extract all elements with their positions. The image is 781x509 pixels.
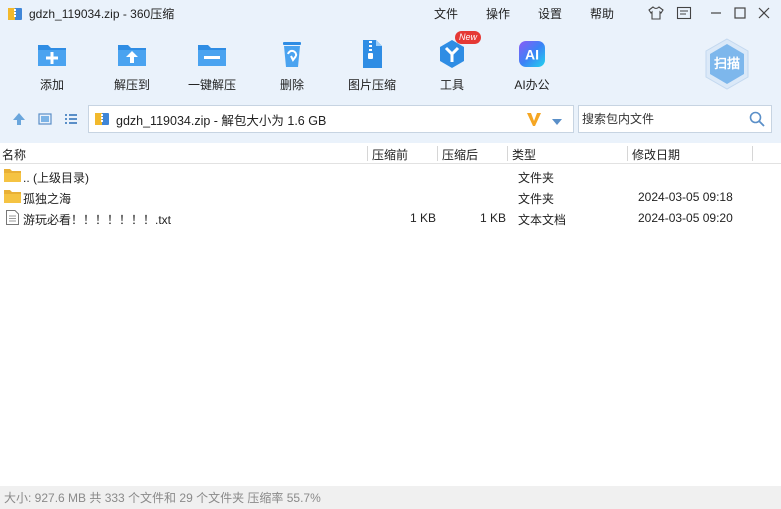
zip-file-icon [94, 111, 110, 127]
minimize-icon[interactable] [707, 4, 725, 22]
file-type: 文本文档 [518, 213, 567, 227]
folder-icon [4, 189, 21, 203]
tools-button[interactable]: New 工具 [412, 30, 492, 98]
file-modified: 2024-03-05 09:20 [638, 211, 733, 225]
maximize-icon[interactable] [731, 4, 749, 22]
column-name[interactable]: 名称 [2, 146, 26, 163]
extract-to-button[interactable]: 解压到 [92, 30, 172, 98]
add-label: 添加 [39, 78, 64, 92]
address-bar[interactable]: gdzh_119034.zip - 解包大小为 1.6 GB [88, 105, 574, 133]
v-logo-icon[interactable] [525, 111, 543, 130]
address-row: gdzh_119034.zip - 解包大小为 1.6 GB [0, 104, 781, 134]
status-bar: 大小: 927.6 MB 共 333 个文件和 29 个文件夹 压缩率 55.7… [0, 486, 781, 509]
column-divider[interactable] [367, 146, 368, 161]
one-click-extract-icon [195, 37, 229, 71]
column-compressed[interactable]: 压缩前 [372, 146, 408, 163]
delete-button[interactable]: 删除 [252, 30, 332, 98]
file-name: 游玩必看！！！！！！！.txt [23, 213, 172, 227]
file-list: 名称 压缩前 压缩后 类型 修改日期 .. (上级目录) 文件夹 孤独之海 文件… [0, 143, 781, 486]
search-box [578, 105, 772, 133]
ai-icon-text: AI [525, 47, 539, 63]
address-path: gdzh_119034.zip - 解包大小为 1.6 GB [116, 113, 327, 128]
column-after[interactable]: 压缩后 [442, 146, 478, 163]
scan-label: 扫描 [714, 56, 740, 71]
file-size-after: 1 KB [479, 211, 506, 225]
file-type: 文件夹 [518, 171, 555, 185]
column-divider[interactable] [507, 146, 508, 161]
image-compress-label: 图片压缩 [347, 78, 396, 92]
new-badge: New [455, 31, 482, 44]
toolbar: 添加 解压到 一键解压 删除 图片压缩 New 工具 AI AI办公 [0, 30, 781, 98]
tools-label: 工具 [439, 78, 464, 92]
menu-help[interactable]: 帮助 [590, 5, 614, 22]
archive-app-icon [7, 6, 23, 22]
image-compress-button[interactable]: 图片压缩 [332, 30, 412, 98]
file-name: .. (上级目录) [23, 171, 89, 185]
menu-operate[interactable]: 操作 [486, 5, 510, 22]
tools-icon: New [435, 31, 482, 71]
add-icon [35, 37, 69, 71]
scan-button[interactable]: 扫描 [703, 37, 751, 91]
image-compress-icon [355, 37, 389, 71]
column-divider[interactable] [437, 146, 438, 161]
search-icon[interactable] [749, 111, 765, 130]
close-icon[interactable] [755, 4, 773, 22]
file-name: 孤独之海 [23, 192, 72, 206]
delete-icon [275, 37, 309, 71]
file-size-before: 1 KB [409, 211, 436, 225]
up-arrow-icon[interactable] [12, 112, 26, 126]
ai-office-icon: AI [515, 37, 549, 71]
folder-icon [4, 168, 21, 182]
thumbnail-view-icon[interactable] [38, 112, 52, 126]
add-button[interactable]: 添加 [12, 30, 92, 98]
one-click-extract-button[interactable]: 一键解压 [172, 30, 252, 98]
ai-office-button[interactable]: AI AI办公 [492, 30, 572, 98]
feedback-icon[interactable] [675, 4, 693, 22]
column-modified[interactable]: 修改日期 [632, 146, 680, 163]
status-text: 大小: 927.6 MB 共 333 个文件和 29 个文件夹 压缩率 55.7… [4, 491, 321, 505]
text-file-icon [6, 210, 23, 225]
file-type: 文件夹 [518, 192, 555, 206]
skin-icon[interactable] [647, 4, 665, 22]
one-click-extract-label: 一键解压 [187, 78, 236, 92]
column-type[interactable]: 类型 [512, 146, 536, 163]
column-divider[interactable] [627, 146, 628, 161]
extract-to-icon [115, 37, 149, 71]
table-row[interactable]: 游玩必看！！！！！！！.txt 1 KB 1 KB 文本文档 2024-03-0… [0, 208, 781, 229]
menu-file[interactable]: 文件 [434, 5, 458, 22]
extract-to-label: 解压到 [113, 78, 150, 92]
window-title: gdzh_119034.zip - 360压缩 [29, 7, 175, 21]
dropdown-arrow-icon[interactable] [551, 115, 563, 129]
column-header-row: 名称 压缩前 压缩后 类型 修改日期 [0, 143, 781, 164]
list-view-icon[interactable] [64, 112, 78, 126]
menu-settings[interactable]: 设置 [538, 5, 562, 22]
table-row[interactable]: 孤独之海 文件夹 2024-03-05 09:18 [0, 187, 781, 208]
delete-label: 删除 [279, 78, 304, 92]
search-input[interactable] [582, 108, 742, 130]
table-row[interactable]: .. (上级目录) 文件夹 [0, 166, 781, 187]
ai-office-label: AI办公 [514, 78, 550, 92]
column-divider[interactable] [752, 146, 753, 161]
file-modified: 2024-03-05 09:18 [638, 190, 733, 204]
